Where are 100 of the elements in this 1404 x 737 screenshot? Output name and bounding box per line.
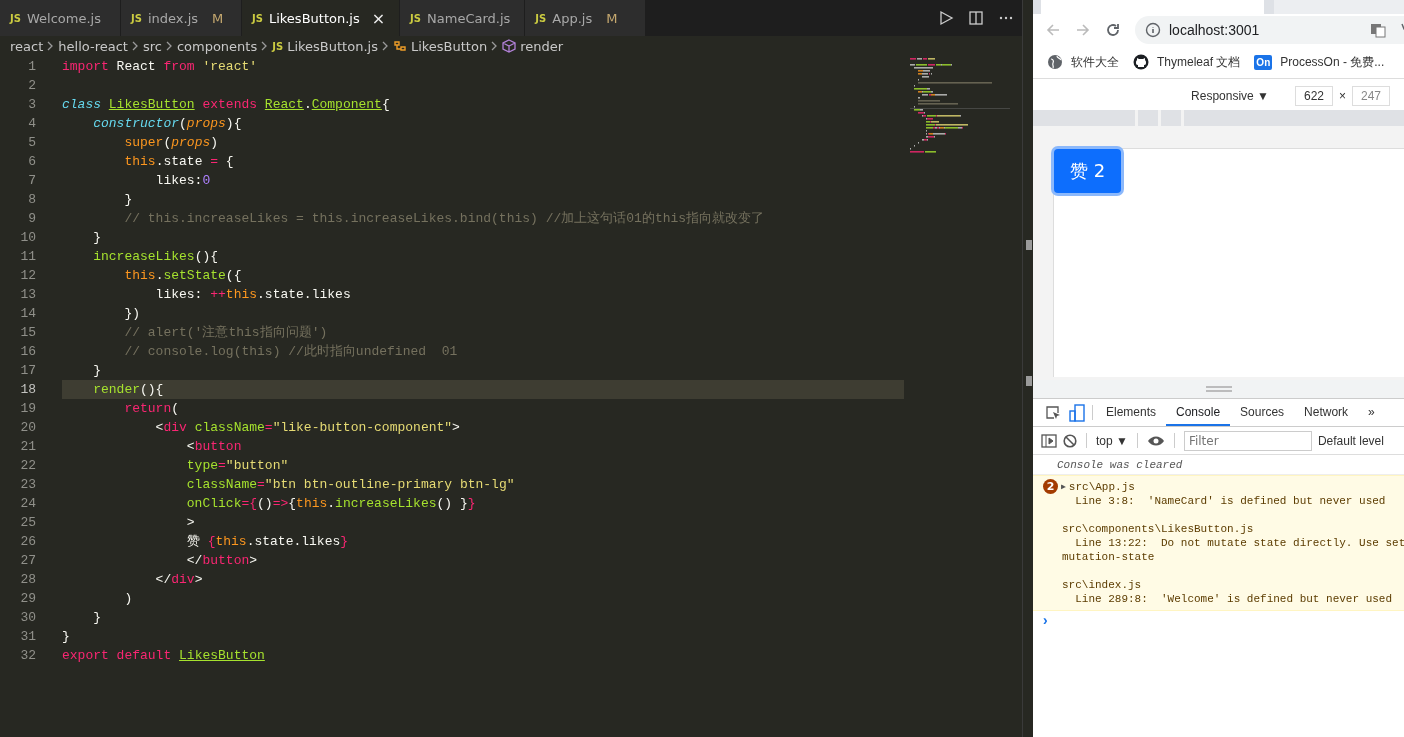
code-line: return( bbox=[123, 400, 181, 418]
devtools-tab[interactable]: Sources bbox=[1230, 399, 1295, 426]
class-icon bbox=[392, 39, 407, 53]
bookmark-link[interactable]: Thymeleaf 文档 bbox=[1157, 53, 1241, 71]
warning-text: Line 289:8: 'Welcome' is defined but never used bbox=[1074, 593, 1393, 605]
line-number: 18 bbox=[19, 381, 36, 399]
more-tabs-button[interactable]: » bbox=[1358, 399, 1385, 426]
devtools-tab[interactable]: Console bbox=[1166, 399, 1231, 426]
times-sign: × bbox=[1339, 89, 1346, 103]
breadcrumb-item[interactable]: src bbox=[142, 38, 162, 54]
line-number: 1 bbox=[27, 58, 36, 76]
code-line: constructor(props){ bbox=[92, 115, 243, 133]
split-editor-icon[interactable] bbox=[968, 10, 984, 26]
line-number: 29 bbox=[19, 590, 36, 608]
inspect-icon[interactable] bbox=[1045, 404, 1061, 421]
clear-console-icon[interactable] bbox=[1063, 433, 1077, 448]
line-number: 10 bbox=[19, 229, 36, 247]
device-icon[interactable] bbox=[1069, 403, 1085, 422]
code-line: <button bbox=[185, 438, 243, 456]
devtools-tab[interactable]: Elements bbox=[1096, 399, 1167, 426]
line-number: 9 bbox=[27, 210, 36, 228]
warning-source[interactable]: src\App.js bbox=[1068, 479, 1135, 494]
line-number: 3 bbox=[27, 96, 36, 114]
code-line: } bbox=[92, 362, 102, 380]
code-line: } bbox=[92, 229, 102, 247]
js-file-icon: JS bbox=[272, 40, 284, 52]
line-number: 14 bbox=[19, 305, 36, 323]
line-number: 21 bbox=[19, 438, 36, 456]
cube-icon bbox=[502, 39, 517, 53]
warning-text: Line 13:22: Do not mutate state directly. Use set bbox=[1074, 537, 1404, 549]
line-number: 27 bbox=[19, 552, 36, 570]
line-number: 16 bbox=[19, 343, 36, 361]
code-line: // this.increaseLikes = this.increaseLikes.bind(this) //加上这句话01的this指向就改变了 bbox=[123, 210, 766, 228]
code-line: likes: ++this.state.likes bbox=[154, 286, 352, 304]
width-field[interactable]: 622 bbox=[1295, 86, 1333, 106]
breadcrumb-item[interactable]: LikesButton.js bbox=[287, 38, 378, 54]
code-line: </button> bbox=[185, 552, 259, 570]
file-tab[interactable]: JS index.js M bbox=[121, 0, 242, 36]
code-line: onClick={()=>{this.increaseLikes() }} bbox=[185, 495, 477, 513]
chevron-icon bbox=[491, 41, 499, 51]
resize-handle-icon[interactable] bbox=[1205, 386, 1232, 392]
code-line: this.setState({ bbox=[123, 267, 243, 285]
chevron-icon bbox=[47, 41, 55, 51]
line-number: 24 bbox=[19, 495, 36, 513]
address-bar[interactable]: localhost:3001 bbox=[1135, 16, 1404, 44]
line-number: 11 bbox=[19, 248, 36, 266]
breadcrumb-item[interactable]: LikesButton bbox=[410, 38, 488, 54]
breadcrumb-item[interactable]: render bbox=[520, 38, 564, 54]
warning-source[interactable]: src\components\LikesButton.js bbox=[1062, 523, 1254, 535]
reload-icon[interactable] bbox=[1105, 22, 1121, 38]
line-number: 22 bbox=[19, 457, 36, 475]
code-line: }) bbox=[123, 305, 141, 323]
line-number: 23 bbox=[19, 476, 36, 494]
breadcrumb-item[interactable]: react bbox=[10, 38, 44, 54]
line-number: 28 bbox=[19, 571, 36, 589]
warning-source[interactable]: src\index.js bbox=[1062, 579, 1142, 591]
code-line: increaseLikes(){ bbox=[92, 248, 220, 266]
chevron-icon bbox=[165, 41, 173, 51]
code-line: > bbox=[185, 514, 196, 532]
line-number: 2 bbox=[27, 77, 36, 95]
height-field[interactable]: 247 bbox=[1352, 86, 1390, 106]
warning-text: mutation-state bbox=[1062, 551, 1155, 563]
line-number: 8 bbox=[27, 191, 36, 209]
file-tab[interactable]: JS App.js M bbox=[525, 0, 647, 36]
code-line: import React from 'react' bbox=[62, 58, 259, 76]
breadcrumb-item[interactable]: hello-react bbox=[58, 38, 128, 54]
like-button[interactable]: 赞 2 bbox=[1054, 149, 1121, 193]
file-tab[interactable]: JS Welcome.js bbox=[0, 0, 121, 36]
file-tab[interactable]: JS NameCard.js bbox=[400, 0, 526, 36]
devtools-tab[interactable]: Network bbox=[1294, 399, 1359, 426]
eye-icon[interactable] bbox=[1146, 434, 1165, 447]
filter-field[interactable]: Filter bbox=[1183, 430, 1312, 451]
code-line: class LikesButton extends React.Component{ bbox=[62, 96, 391, 114]
device-mode-dropdown[interactable]: Responsive ▼ bbox=[1191, 89, 1269, 103]
console-prompt[interactable]: › bbox=[1033, 611, 1404, 629]
code-line: } bbox=[92, 609, 102, 627]
code-line: 赞 {this.state.likes} bbox=[185, 533, 350, 551]
bookmark-link[interactable]: ProcessOn - 免费... bbox=[1280, 53, 1385, 71]
line-number: 25 bbox=[19, 514, 36, 532]
code-line: this.state = { bbox=[123, 153, 235, 171]
code-line: className="btn btn-outline-primary btn-lg" bbox=[185, 476, 516, 494]
cat-logo-icon bbox=[1133, 54, 1149, 70]
line-number: 7 bbox=[27, 172, 36, 190]
file-tab[interactable]: JS LikesButton.js × bbox=[242, 0, 401, 36]
code-line: export default LikesButton bbox=[62, 647, 266, 665]
code-line: </div> bbox=[154, 571, 204, 589]
sidebar-icon[interactable] bbox=[1041, 433, 1057, 448]
translate-icon[interactable] bbox=[1370, 22, 1386, 38]
line-number: 19 bbox=[19, 400, 36, 418]
line-number: 26 bbox=[19, 533, 36, 551]
run-icon[interactable] bbox=[938, 10, 954, 26]
bookmark-link[interactable]: 软件大全 bbox=[1071, 53, 1119, 71]
context-dropdown[interactable]: top ▼ bbox=[1096, 433, 1128, 448]
line-number: 15 bbox=[19, 324, 36, 342]
expand-toggle[interactable]: ▶ bbox=[1061, 482, 1066, 491]
log-levels-dropdown[interactable]: Default level bbox=[1317, 433, 1384, 448]
breadcrumb-item[interactable]: components bbox=[176, 38, 258, 54]
code-line: // alert('注意this指向问题') bbox=[123, 324, 329, 342]
code-line: } bbox=[123, 191, 134, 209]
line-number: 13 bbox=[19, 286, 36, 304]
